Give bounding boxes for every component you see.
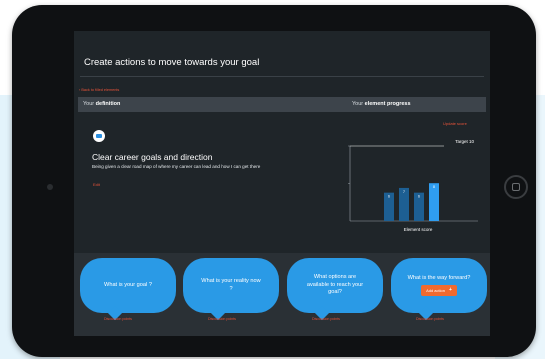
card-reality[interactable]: What is your reality now ?	[183, 258, 279, 313]
title-divider	[80, 76, 484, 77]
card-options-text: What options are available to reach your…	[306, 274, 364, 296]
chart-data-label-0: 6	[388, 195, 390, 199]
main-panel: Create actions to move towards your goal…	[74, 31, 490, 253]
discussion-points-way-forward[interactable]: Discussion points	[416, 317, 444, 321]
back-link[interactable]: ‹ Back to filled elements	[79, 88, 119, 92]
definition-header-bold: definition	[95, 101, 121, 107]
card-way-forward-text: What is the way forward?	[407, 274, 471, 281]
definition-description: Being given a clear road map of where my…	[92, 164, 261, 169]
home-square-icon	[512, 183, 520, 191]
app-screen: Create actions to move towards your goal…	[74, 31, 490, 336]
card-options[interactable]: What options are available to reach your…	[287, 258, 383, 313]
message-card-icon	[93, 130, 105, 142]
coaching-cards-area: What is your goal ? Discussion points Wh…	[74, 253, 490, 336]
definition-header-prefix: Your	[83, 101, 95, 107]
page-title: Create actions to move towards your goal	[84, 57, 260, 68]
chart-x-label: Element score	[404, 227, 433, 232]
definition-title: Clear career goals and direction	[92, 152, 213, 162]
message-card-inner-icon	[96, 134, 102, 138]
plus-icon: +	[448, 287, 452, 294]
home-button[interactable]	[504, 175, 528, 199]
chart-target-label: Target 10	[455, 139, 474, 144]
discussion-points-reality[interactable]: Discussion points	[208, 317, 236, 321]
card-goal-text: What is your goal ?	[104, 281, 152, 288]
discussion-points-goal[interactable]: Discussion points	[104, 317, 132, 321]
chart-data-label-2: 6	[418, 195, 420, 199]
card-reality-text: What is your reality now ?	[201, 277, 261, 292]
discussion-points-options[interactable]: Discussion points	[312, 317, 340, 321]
card-way-forward[interactable]: What is the way forward? Add action +	[391, 258, 487, 313]
chart-svg: Target 10 6 7 6 8 Element score	[348, 139, 478, 232]
definition-header: Your definition	[83, 101, 120, 107]
progress-header-bold: element progress	[364, 101, 411, 107]
chart-data-label-3: 8	[433, 185, 435, 189]
card-goal[interactable]: What is your goal ?	[80, 258, 176, 313]
camera-icon	[47, 184, 53, 190]
edit-link[interactable]: Edit	[93, 182, 100, 187]
add-action-button[interactable]: Add action +	[421, 285, 457, 297]
progress-header-prefix: Your	[352, 101, 364, 107]
update-score-link[interactable]: Update score	[443, 121, 467, 126]
add-action-label: Add action	[426, 288, 445, 294]
section-header-bar: Your definition Your element progress	[78, 97, 486, 112]
tablet-frame: Create actions to move towards your goal…	[12, 5, 536, 357]
progress-header: Your element progress	[352, 101, 411, 107]
element-progress-chart: Target 10 6 7 6 8 Element score	[344, 134, 484, 246]
chart-data-label-1: 7	[403, 190, 405, 194]
